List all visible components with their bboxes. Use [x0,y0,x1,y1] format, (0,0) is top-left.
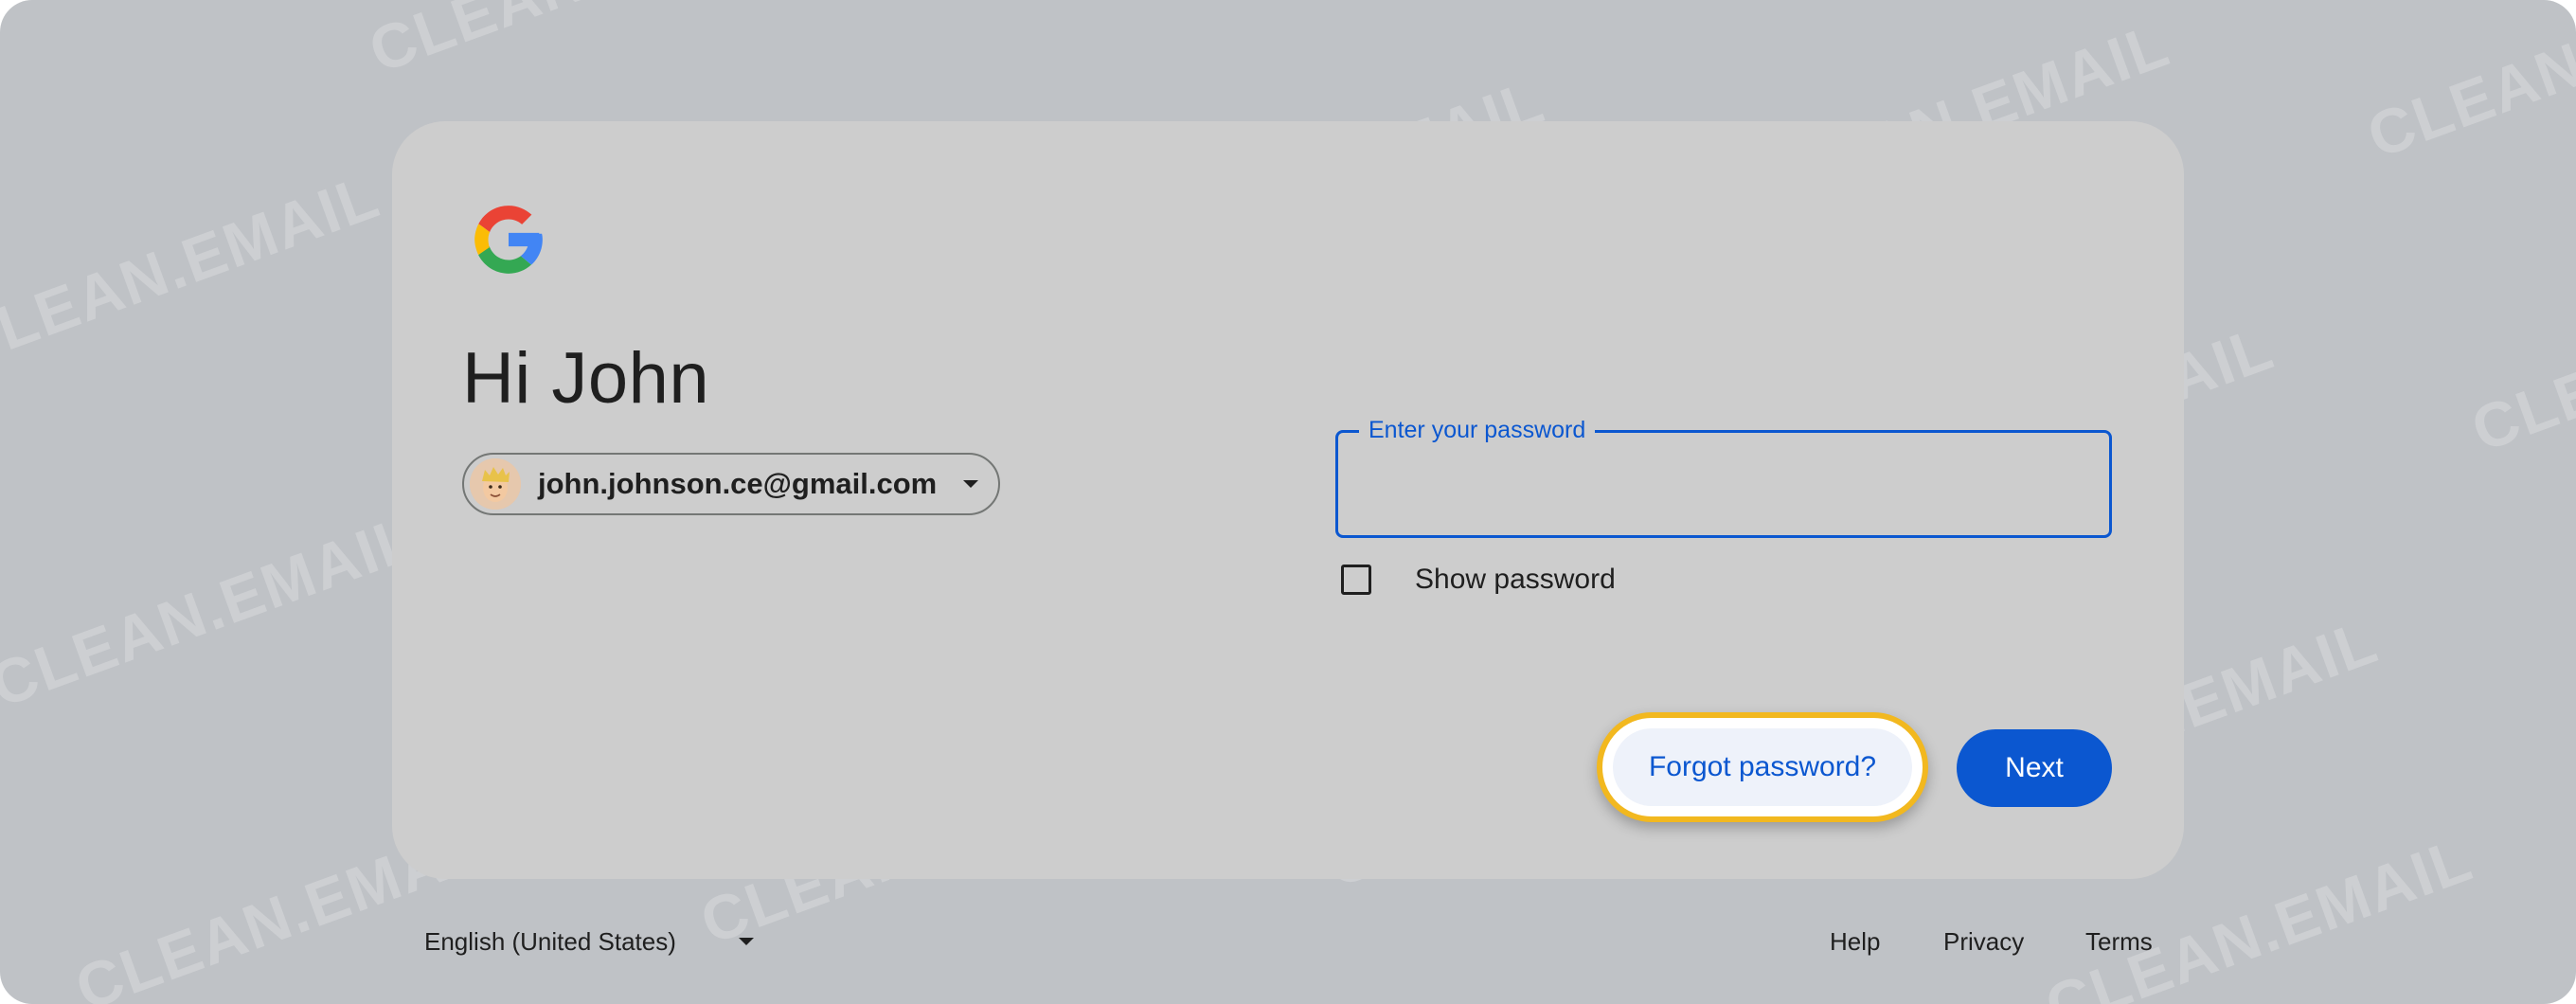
password-field-label: Enter your password [1359,414,1596,446]
avatar [470,458,521,510]
caret-down-icon [963,480,979,488]
footer-link-privacy[interactable]: Privacy [1943,924,2024,959]
account-email: john.johnson.ce@gmail.com [538,467,938,500]
password-input[interactable] [1338,433,2109,535]
footer-link-help[interactable]: Help [1830,924,1880,959]
language-label: English (United States) [424,926,676,956]
show-password-label[interactable]: Show password [1415,564,1616,596]
greeting-heading: Hi John [462,338,710,419]
forgot-password-button[interactable]: Forgot password? [1597,712,1928,822]
caret-down-icon [738,938,754,945]
watermark: CLEAN.EMAIL [2358,0,2576,171]
next-button[interactable]: Next [1957,729,2112,807]
watermark: CLEAN.EMAIL [0,501,427,721]
password-field[interactable]: Enter your password [1335,414,2112,538]
forgot-password-label: Forgot password? [1613,728,1912,806]
screen-backdrop: CLEAN.EMAIL CLEAN.EMAIL CLEAN.EMAIL CLEA… [0,0,2576,1004]
show-password-row: Show password [1341,561,1616,599]
footer-link-terms[interactable]: Terms [2085,924,2153,959]
google-g-icon [474,206,543,274]
watermark: CLEAN.EMAIL [360,0,805,86]
show-password-checkbox[interactable] [1341,565,1371,595]
language-selector[interactable]: English (United States) [424,924,756,959]
watermark: CLEAN.EMAIL [2462,245,2576,465]
watermark: CLEAN.EMAIL [0,160,389,380]
account-chip[interactable]: john.johnson.ce@gmail.com [462,453,1000,515]
